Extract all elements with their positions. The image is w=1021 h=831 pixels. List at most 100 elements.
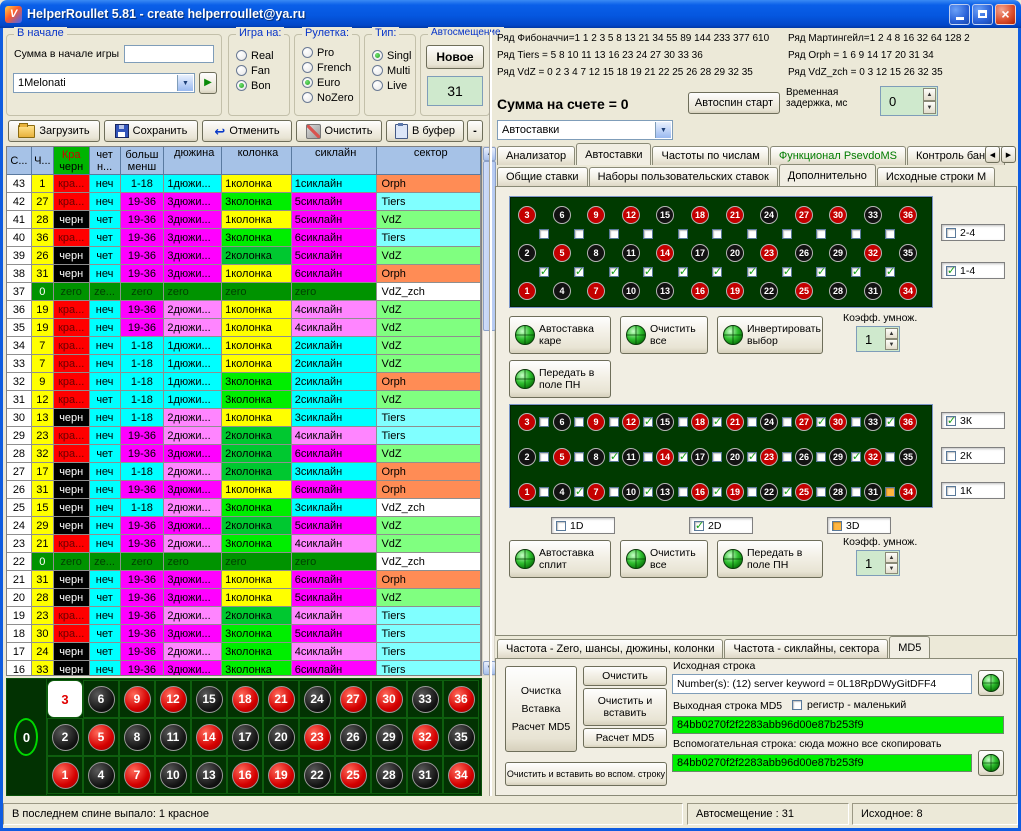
split-grid[interactable]: 3691215182124273033362581114172023262932… (509, 404, 933, 508)
bet-checkbox[interactable] (678, 417, 688, 427)
spin-up-icon[interactable]: ▲ (923, 88, 936, 101)
table-row[interactable]: 3013черннеч1-182дюжи...1колонка3сиклайнT… (7, 409, 481, 427)
spinner-arrows[interactable]: ▲▼ (885, 552, 898, 574)
bet-checkbox[interactable] (678, 487, 688, 497)
md5-clear-button[interactable]: Очистить (583, 666, 667, 686)
bet-checkbox[interactable] (609, 229, 619, 239)
bet-number-4[interactable]: 4 (553, 282, 571, 300)
bet-number-30[interactable]: 30 (829, 206, 847, 224)
bet-number-27[interactable]: 27 (795, 206, 813, 224)
side-checkbox-3D[interactable]: 3D (827, 517, 891, 534)
radio-option-Live[interactable]: Live (372, 79, 411, 92)
board-cell-7[interactable]: 7 (119, 756, 155, 794)
auto-split-button[interactable]: Автоставка сплит (509, 540, 611, 578)
bet-checkbox[interactable] (712, 452, 722, 462)
bet-checkbox[interactable] (539, 229, 549, 239)
bet-number-18[interactable]: 18 (691, 206, 709, 224)
bet-number-18[interactable]: 18 (691, 413, 709, 431)
table-row[interactable]: 4128чернчет19-363дюжи...1колонка5сиклайн… (7, 211, 481, 229)
board-cell-32[interactable]: 32 (407, 718, 443, 756)
table-row[interactable]: 3112кра...чет1-181дюжи...3колонка2сиклай… (7, 391, 481, 409)
clear-all-corner-button[interactable]: Очистить все (620, 316, 708, 354)
bet-number-22[interactable]: 22 (760, 282, 778, 300)
board-cell-20[interactable]: 20 (263, 718, 299, 756)
tab-Функционал PsevdoMS[interactable]: Функционал PsevdoMS (770, 146, 906, 165)
spin-table[interactable]: С... Ч... Крачерн четн... большменш дюжи… (6, 146, 482, 676)
bet-number-24[interactable]: 24 (760, 206, 778, 224)
bet-number-17[interactable]: 17 (691, 448, 709, 466)
md5-aux-field[interactable]: 84bb0270f2f2283abb96d00e87b253f9 (672, 754, 972, 772)
board-cell-27[interactable]: 27 (335, 680, 371, 718)
board-cell-6[interactable]: 6 (83, 680, 119, 718)
close-button[interactable]: × (995, 4, 1016, 25)
bet-number-33[interactable]: 33 (864, 413, 882, 431)
bet-checkbox[interactable] (747, 487, 757, 497)
spin-down-icon[interactable]: ▼ (885, 563, 898, 574)
tab-Исходные строки M[interactable]: Исходные строки M (877, 167, 995, 186)
bet-number-27[interactable]: 27 (795, 413, 813, 431)
radio-option-NoZero[interactable]: NoZero (302, 91, 354, 104)
autospin-start-button[interactable]: Автоспин старт (688, 92, 780, 114)
bet-number-26[interactable]: 26 (795, 244, 813, 262)
bet-checkbox[interactable] (851, 487, 861, 497)
bet-checkbox[interactable] (643, 452, 653, 462)
new-shift-button[interactable]: Новое (426, 45, 484, 69)
bet-checkbox[interactable] (816, 267, 826, 277)
bet-number-24[interactable]: 24 (760, 413, 778, 431)
bet-number-35[interactable]: 35 (899, 448, 917, 466)
board-cell-18[interactable]: 18 (227, 680, 263, 718)
bet-number-15[interactable]: 15 (656, 206, 674, 224)
side-checkbox-2D[interactable]: 2D (689, 517, 753, 534)
bet-number-13[interactable]: 13 (656, 483, 674, 501)
bet-number-11[interactable]: 11 (622, 448, 640, 466)
undo-button[interactable]: ↩ Отменить (202, 120, 292, 142)
board-cell-28[interactable]: 28 (371, 756, 407, 794)
table-row[interactable]: 2923кра...неч19-362дюжи...2колонка4сикла… (7, 427, 481, 445)
board-cell-31[interactable]: 31 (407, 756, 443, 794)
board-cell-13[interactable]: 13 (191, 756, 227, 794)
bet-checkbox[interactable] (643, 487, 653, 497)
bet-checkbox[interactable] (712, 417, 722, 427)
bet-checkbox[interactable] (851, 452, 861, 462)
bet-checkbox[interactable] (643, 229, 653, 239)
bet-number-28[interactable]: 28 (829, 483, 847, 501)
spin-up-icon[interactable]: ▲ (885, 552, 898, 563)
bet-checkbox[interactable] (816, 452, 826, 462)
radio-option-French[interactable]: French (302, 61, 354, 74)
md5-aux-sphere-button[interactable] (978, 750, 1004, 776)
bet-number-29[interactable]: 29 (829, 448, 847, 466)
bet-number-3[interactable]: 3 (518, 206, 536, 224)
side-checkbox-1-4[interactable]: 1-4 (941, 262, 1005, 279)
bet-checkbox[interactable] (885, 417, 895, 427)
bet-number-32[interactable]: 32 (864, 448, 882, 466)
bet-checkbox[interactable] (609, 267, 619, 277)
board-cell-1[interactable]: 1 (47, 756, 83, 794)
radio-option-Fan[interactable]: Fan (236, 64, 274, 77)
bet-checkbox[interactable] (609, 452, 619, 462)
bet-number-16[interactable]: 16 (691, 483, 709, 501)
bet-number-5[interactable]: 5 (553, 244, 571, 262)
bet-number-6[interactable]: 6 (553, 206, 571, 224)
chevron-down-icon[interactable]: ▼ (655, 122, 671, 138)
board-cell-33[interactable]: 33 (407, 680, 443, 718)
board-cell-29[interactable]: 29 (371, 718, 407, 756)
bet-checkbox[interactable] (885, 267, 895, 277)
table-row[interactable]: 329кра...неч1-181дюжи...3колонка2сиклайн… (7, 373, 481, 391)
table-row[interactable]: 1724чернчет19-362дюжи...3колонка4сиклайн… (7, 643, 481, 661)
bet-checkbox[interactable] (678, 452, 688, 462)
bet-number-33[interactable]: 33 (864, 206, 882, 224)
bet-number-8[interactable]: 8 (587, 244, 605, 262)
board-cell-17[interactable]: 17 (227, 718, 263, 756)
bet-checkbox[interactable] (816, 229, 826, 239)
minus-button[interactable]: - (467, 120, 483, 142)
bet-number-14[interactable]: 14 (656, 244, 674, 262)
bet-checkbox[interactable] (747, 452, 757, 462)
board-cell-22[interactable]: 22 (299, 756, 335, 794)
bet-number-21[interactable]: 21 (726, 206, 744, 224)
bet-checkbox[interactable] (885, 229, 895, 239)
board-cell-34[interactable]: 34 (443, 756, 479, 794)
table-row[interactable]: 2631черннеч19-363дюжи...1колонка6сиклайн… (7, 481, 481, 499)
bet-checkbox[interactable] (712, 267, 722, 277)
bet-number-23[interactable]: 23 (760, 244, 778, 262)
bet-number-8[interactable]: 8 (587, 448, 605, 466)
